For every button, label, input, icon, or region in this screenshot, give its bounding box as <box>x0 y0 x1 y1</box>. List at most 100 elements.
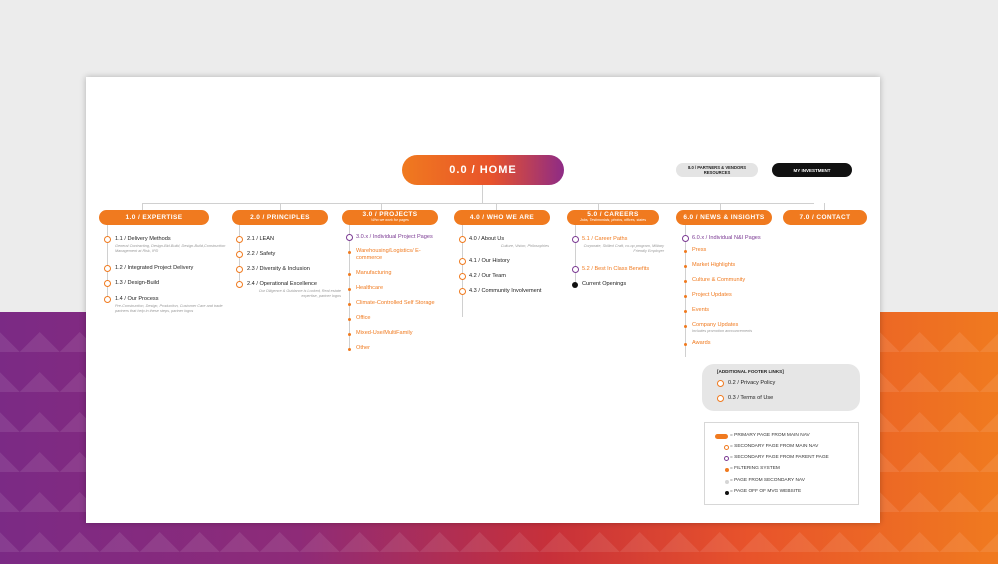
filter-dot-icon <box>684 343 687 346</box>
secondary-page-circle-icon <box>104 236 111 243</box>
who-item-4[interactable]: 4.3 / Community Involvement <box>469 288 541 295</box>
projects-filter-1[interactable]: Warehousing/Logistics/ E-commerce <box>356 248 436 262</box>
nav-drop-7 <box>824 203 825 210</box>
projects-filter-7[interactable]: Other <box>356 345 370 352</box>
secondary-page-circle-icon <box>236 251 243 258</box>
legend-external: = PAGE OFF OF MVG WEBSITE <box>730 489 802 494</box>
nav-contact-label: 7.0 / CONTACT <box>799 214 851 221</box>
filter-dot-icon <box>348 348 351 351</box>
legend-primary: = PRIMARY PAGE FROM MAIN NAV <box>730 433 810 438</box>
nav-principles[interactable]: 2.0 / PRINCIPLES <box>232 210 328 225</box>
parent-page-circle-icon <box>682 235 689 242</box>
secondary-nav-dot-icon <box>725 480 729 484</box>
who-item-1[interactable]: 4.0 / About Us <box>469 236 504 243</box>
legend-secondary-main: = SECONDARY PAGE FROM MAIN NAV <box>730 444 819 449</box>
parent-page-circle-icon <box>572 266 579 273</box>
careers-item-3[interactable]: Current Openings <box>582 281 626 288</box>
legend-secondary-parent: = SECONDARY PAGE FROM PARENT PAGE <box>730 455 829 460</box>
parent-page-circle-icon <box>724 456 729 461</box>
nav-expertise-label: 1.0 / EXPERTISE <box>125 214 183 221</box>
news-filter-6-desc: Includes promotion announcements <box>692 329 753 333</box>
legend-secondary-nav: = PAGE FROM SECONDARY NAV <box>730 478 805 483</box>
filter-dot-icon <box>348 333 351 336</box>
filter-dot-icon <box>348 303 351 306</box>
news-individual-pages[interactable]: 6.0.x / Individual N&I Pages <box>692 235 761 242</box>
legend-filtering: = FILTERING SYSTEM <box>730 466 780 471</box>
who-item-3[interactable]: 4.2 / Our Team <box>469 273 506 280</box>
nav-projects-label: 3.0 / PROJECTS <box>362 211 418 218</box>
filter-dot-icon <box>684 265 687 268</box>
news-filter-2[interactable]: Market Highlights <box>692 262 735 269</box>
expertise-item-4[interactable]: 1.4 / Our Process <box>115 296 159 303</box>
nav-drop-3 <box>381 203 382 210</box>
nav-careers-label: 5.0 / CAREERS <box>587 211 639 218</box>
parent-page-circle-icon <box>346 234 353 241</box>
filter-dot-icon <box>348 251 351 254</box>
news-filter-6[interactable]: Company Updates <box>692 322 738 329</box>
secondary-page-circle-icon <box>717 380 724 387</box>
nav-projects[interactable]: 3.0 / PROJECTS Who we work for pages <box>342 210 438 225</box>
who-item-2[interactable]: 4.1 / Our History <box>469 258 510 265</box>
principles-item-1[interactable]: 2.1 / LEAN <box>247 236 274 243</box>
nav-who-label: 4.0 / WHO WE ARE <box>469 214 535 221</box>
news-filter-3[interactable]: Culture & Community <box>692 277 745 284</box>
principles-item-2[interactable]: 2.2 / Safety <box>247 251 275 258</box>
secondary-page-circle-icon <box>717 395 724 402</box>
news-filter-7[interactable]: Awards <box>692 340 711 347</box>
footer-link-privacy[interactable]: 0.2 / Privacy Policy <box>728 380 775 387</box>
footer-links-title: [ADDITIONAL FOOTER LINKS] <box>717 369 784 374</box>
news-filter-4[interactable]: Project Updates <box>692 292 732 299</box>
principles-item-3[interactable]: 2.3 / Diversity & Inclusion <box>247 266 310 273</box>
nav-news-label: 6.0 / NEWS & INSIGHTS <box>683 214 765 221</box>
nav-principles-label: 2.0 / PRINCIPLES <box>250 214 310 221</box>
expertise-item-1-desc: General Contracting, Design-Bid-Build, D… <box>115 244 226 253</box>
who-item-1-desc: Culture, Vision, Philosophies <box>500 244 549 248</box>
filter-dot-icon <box>348 318 351 321</box>
home-node[interactable]: 0.0 / HOME <box>402 155 564 185</box>
secondary-page-circle-icon <box>459 236 466 243</box>
my-investment-node[interactable]: MY INVESTMENT <box>772 163 852 177</box>
projects-filter-5[interactable]: Office <box>356 315 371 322</box>
footer-links-box: [ADDITIONAL FOOTER LINKS] 0.2 / Privacy … <box>702 364 860 411</box>
expertise-item-2[interactable]: 1.2 / Integrated Project Delivery <box>115 265 193 272</box>
expertise-item-4-desc: Pre-Construction, Design, Production, Cu… <box>115 304 223 313</box>
partners-line-2: RESOURCES <box>703 170 731 175</box>
nav-expertise[interactable]: 1.0 / EXPERTISE <box>99 210 209 225</box>
secondary-page-circle-icon <box>236 236 243 243</box>
news-filter-1[interactable]: Press <box>692 247 706 254</box>
careers-item-2[interactable]: 5.2 / Best In Class Benefits <box>582 266 649 273</box>
principles-item-4-desc: Our Diligence & Guidance is Locked, Real… <box>258 289 341 298</box>
careers-item-1[interactable]: 5.1 / Career Paths <box>582 236 627 243</box>
secondary-page-circle-icon <box>459 288 466 295</box>
nav-who-we-are[interactable]: 4.0 / WHO WE ARE <box>454 210 550 225</box>
expertise-item-3[interactable]: 1.3 / Design-Build <box>115 280 159 287</box>
projects-individual-pages[interactable]: 3.0.x / Individual Project Pages <box>356 234 433 241</box>
nav-contact[interactable]: 7.0 / CONTACT <box>783 210 867 225</box>
secondary-page-circle-icon <box>236 266 243 273</box>
secondary-page-circle-icon <box>104 280 111 287</box>
column-line-careers <box>575 225 576 285</box>
expertise-item-1[interactable]: 1.1 / Delivery Methods <box>115 236 171 243</box>
partners-vendors-node[interactable]: 8.0 / PARTNERS & VENDORS RESOURCES <box>676 163 758 177</box>
principles-item-4[interactable]: 2.4 / Operational Excellence <box>247 281 317 288</box>
projects-filter-6[interactable]: Mixed-Use/MultiFamily <box>356 330 413 337</box>
nav-drop-2 <box>280 203 281 210</box>
nav-careers[interactable]: 5.0 / CAREERS Jobs, Testimonials, photos,… <box>567 210 659 225</box>
filter-dot-icon <box>684 250 687 253</box>
footer-link-terms[interactable]: 0.3 / Terms of Use <box>728 395 773 402</box>
filter-dot-icon <box>684 280 687 283</box>
news-filter-5[interactable]: Events <box>692 307 709 314</box>
nav-drop-6 <box>720 203 721 210</box>
filter-dot-icon <box>348 288 351 291</box>
nav-news-insights[interactable]: 6.0 / NEWS & INSIGHTS <box>676 210 772 225</box>
projects-filter-3[interactable]: Healthcare <box>356 285 383 292</box>
nav-projects-sub: Who we work for pages <box>371 218 409 222</box>
projects-filter-2[interactable]: Manufacturing <box>356 270 391 277</box>
secondary-page-circle-icon <box>104 265 111 272</box>
secondary-page-circle-icon <box>459 273 466 280</box>
secondary-page-circle-icon <box>236 281 243 288</box>
projects-filter-4[interactable]: Climate-Controlled Self Storage <box>356 300 435 307</box>
filter-dot-icon <box>684 325 687 328</box>
column-line-news <box>685 225 686 357</box>
filter-dot-icon <box>725 468 729 472</box>
